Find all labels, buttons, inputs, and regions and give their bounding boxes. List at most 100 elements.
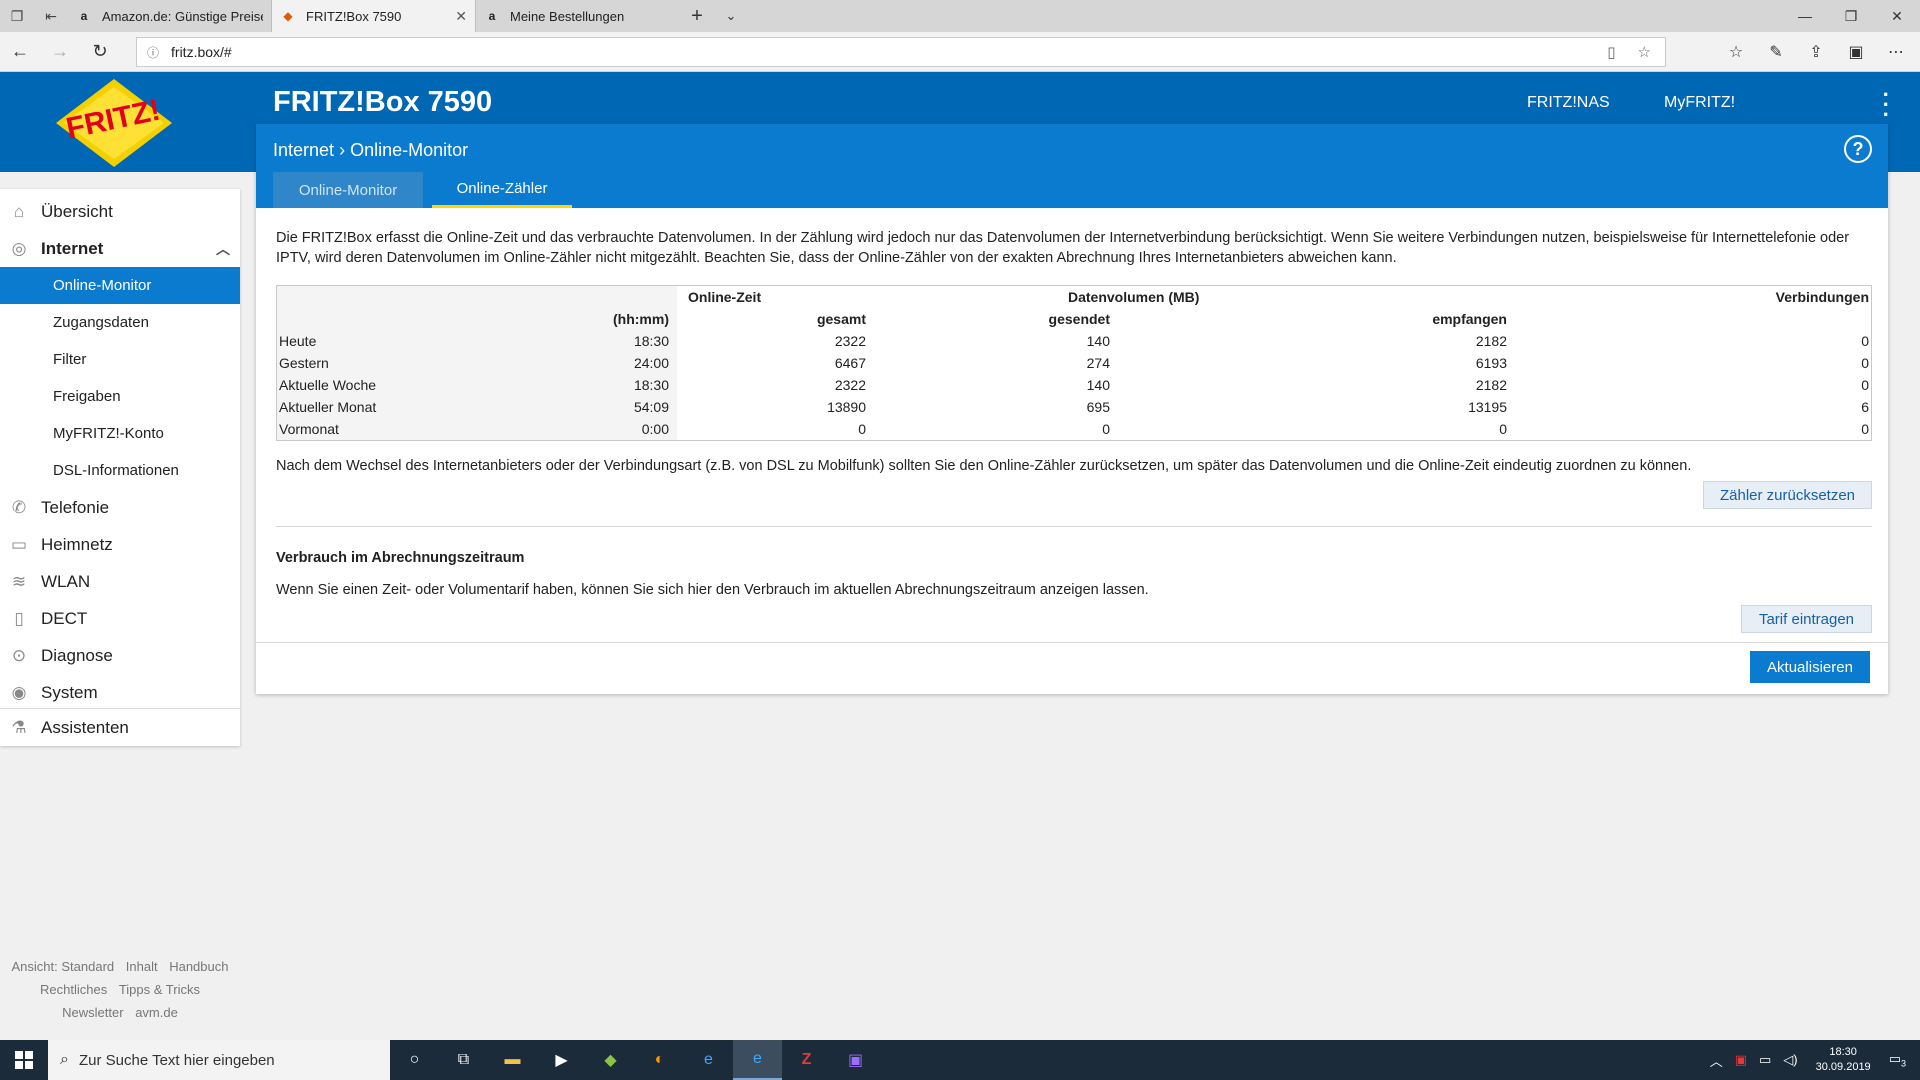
footer-link[interactable]: Handbuch	[169, 959, 228, 974]
start-button[interactable]	[0, 1040, 48, 1080]
notification-icon[interactable]: ▭3	[1889, 1051, 1906, 1069]
notes-icon[interactable]: ✎	[1756, 32, 1796, 72]
sidebar-item-filter[interactable]: Filter	[0, 341, 240, 378]
task-view-icon[interactable]: ⧉	[439, 1040, 488, 1080]
more-icon[interactable]: ⋯	[1876, 32, 1916, 72]
new-tab-button[interactable]: +	[680, 0, 714, 32]
row-label: Aktueller Monat	[279, 399, 377, 415]
chevron-up-icon[interactable]: ︿	[216, 239, 230, 259]
close-tab-icon[interactable]: ✕	[455, 8, 467, 25]
tab-online-zaehler[interactable]: Online-Zähler	[432, 172, 572, 208]
app-orange-icon[interactable]: ◐	[635, 1040, 684, 1080]
footer-link[interactable]: Newsletter	[62, 1005, 123, 1020]
sidebar-item-system[interactable]: ◉ System	[0, 674, 240, 711]
footer-link[interactable]: Rechtliches	[40, 982, 107, 997]
volume-icon[interactable]: ◁)	[1783, 1052, 1797, 1068]
tab-online-monitor[interactable]: Online-Monitor	[273, 172, 423, 208]
favorite-star-icon[interactable]: ☆	[1638, 43, 1651, 61]
url-text: fritz.box/#	[171, 44, 232, 60]
cell-connections: 0	[1861, 377, 1869, 393]
search-placeholder: Zur Suche Text hier eingeben	[78, 1051, 275, 1069]
wizard-icon: ⚗	[11, 717, 27, 737]
share-icon[interactable]: ⇪	[1796, 32, 1836, 72]
sidebar-item-diagnose[interactable]: ⊙ Diagnose	[0, 637, 240, 674]
filezilla-icon[interactable]: Z	[782, 1040, 831, 1080]
fritz-logo[interactable]: FRITZ!	[52, 77, 176, 169]
edge-browser-icon[interactable]: e	[733, 1040, 782, 1080]
globe-icon: ◎	[11, 238, 27, 258]
file-explorer-icon[interactable]: ▬	[488, 1040, 537, 1080]
sidebar-item-dect[interactable]: ▯ DECT	[0, 600, 240, 637]
footer-link[interactable]: Ansicht: Standard	[12, 959, 115, 974]
cell-received: 0	[1499, 421, 1507, 437]
chevron-up-icon[interactable]: ︿	[1710, 1051, 1723, 1070]
cell-total: 2322	[834, 377, 866, 393]
breadcrumb-internet[interactable]: Internet	[273, 140, 334, 160]
clock-date: 30.09.2019	[1815, 1061, 1871, 1073]
cortana-icon[interactable]: ○	[390, 1040, 439, 1080]
sidebar-item-uebersicht[interactable]: ⌂ Übersicht	[0, 193, 240, 230]
myfritz-link[interactable]: MyFRITZ!	[1664, 94, 1735, 112]
restore-icon[interactable]: ❐	[1828, 0, 1874, 32]
favorites-icon[interactable]: ☆	[1716, 32, 1756, 72]
cell-sent: 0	[1102, 421, 1110, 437]
tab-manager-icon[interactable]: ❐	[0, 0, 34, 32]
fritznas-link[interactable]: FRITZ!NAS	[1527, 94, 1610, 112]
clock[interactable]: 18:30 30.09.2019	[1816, 1045, 1871, 1075]
sidebar-item-wlan[interactable]: ≋ WLAN	[0, 563, 240, 600]
sidebar-item-dsl-informationen[interactable]: DSL-Informationen	[0, 452, 240, 489]
amazon-music-icon[interactable]: ▣	[831, 1040, 880, 1080]
minimize-icon[interactable]: —	[1782, 0, 1828, 32]
info-icon[interactable]: ⓘ	[147, 44, 159, 61]
clock-time: 18:30	[1829, 1046, 1857, 1058]
browser-tab-orders[interactable]: a Meine Bestellungen	[476, 0, 680, 32]
set-aside-tabs-icon[interactable]: ⇤	[34, 0, 68, 32]
tariff-button[interactable]: Tarif eintragen	[1741, 605, 1872, 633]
refresh-icon[interactable]: ↻	[80, 32, 120, 72]
sidebar-item-internet[interactable]: ◎ Internet ︿	[0, 230, 240, 267]
internet-explorer-icon[interactable]: e	[684, 1040, 733, 1080]
header-datenvolumen: Datenvolumen (MB)	[1068, 289, 1200, 305]
back-icon[interactable]: ←	[0, 32, 40, 72]
billing-text: Wenn Sie einen Zeit- oder Volumentarif h…	[276, 582, 1149, 598]
sidebar-item-freigaben[interactable]: Freigaben	[0, 378, 240, 415]
cell-total: 2322	[834, 333, 866, 349]
footer-link[interactable]: Inhalt	[126, 959, 158, 974]
breadcrumb: Internet › Online-Monitor	[273, 140, 468, 161]
system-icon: ◉	[11, 682, 27, 702]
tab-preview-icon[interactable]: ⌄	[714, 0, 748, 32]
diagnose-icon: ⊙	[11, 645, 27, 665]
app-green-icon[interactable]: ◆	[586, 1040, 635, 1080]
close-window-icon[interactable]: ✕	[1874, 0, 1920, 32]
sidebar-item-label: Zugangsdaten	[53, 314, 149, 331]
help-icon[interactable]: ?	[1844, 135, 1872, 163]
wifi-icon: ≋	[11, 571, 27, 591]
browser-tab-amazon[interactable]: a Amazon.de: Günstige Preise	[68, 0, 272, 32]
menu-kebab-icon[interactable]: · · ·	[1883, 84, 1890, 126]
cell-time: 18:30	[633, 333, 669, 349]
sidebar-item-zugangsdaten[interactable]: Zugangsdaten	[0, 304, 240, 341]
media-player-icon[interactable]: ▶	[537, 1040, 586, 1080]
cell-sent: 140	[1086, 377, 1110, 393]
footer-link[interactable]: avm.de	[135, 1005, 178, 1020]
address-bar[interactable]: ⓘ fritz.box/# ▯ ☆	[136, 37, 1666, 67]
reading-view-icon[interactable]: ▯	[1607, 43, 1615, 61]
content-panel: Internet › Online-Monitor ? Online-Monit…	[256, 124, 1888, 694]
footer-link[interactable]: Tipps & Tricks	[119, 982, 200, 997]
extension-icon[interactable]: ▣	[1836, 32, 1876, 72]
network-tray-icon[interactable]: ▭	[1759, 1052, 1771, 1068]
sidebar-item-label: Internet	[41, 238, 104, 258]
sidebar-item-online-monitor[interactable]: Online-Monitor	[0, 267, 240, 304]
refresh-button[interactable]: Aktualisieren	[1750, 651, 1870, 683]
antivirus-icon[interactable]: ▣	[1735, 1052, 1747, 1068]
taskbar-search[interactable]: ⌕ Zur Suche Text hier eingeben	[48, 1040, 390, 1080]
browser-tab-fritz[interactable]: ◆ FRITZ!Box 7590 ✕	[272, 0, 476, 32]
cell-sent: 274	[1086, 355, 1110, 371]
sidebar-item-label: Heimnetz	[41, 534, 113, 554]
reset-counter-button[interactable]: Zähler zurücksetzen	[1703, 481, 1872, 509]
sidebar-item-myfritz-konto[interactable]: MyFRITZ!-Konto	[0, 415, 240, 452]
forward-icon[interactable]: →	[40, 32, 80, 72]
sidebar-item-assistenten[interactable]: ⚗ Assistenten	[0, 709, 240, 746]
sidebar-item-heimnetz[interactable]: ▭ Heimnetz	[0, 526, 240, 563]
sidebar-item-telefonie[interactable]: ✆ Telefonie	[0, 489, 240, 526]
